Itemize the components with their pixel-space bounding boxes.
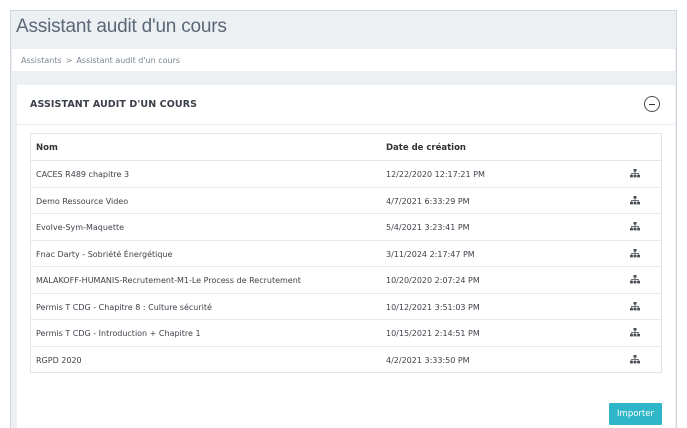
breadcrumb-item-assistants[interactable]: Assistants: [21, 56, 62, 65]
breadcrumb-separator: >: [65, 56, 73, 65]
breadcrumb: Assistants > Assistant audit d'un cours: [12, 49, 675, 71]
breadcrumb-item-current: Assistant audit d'un cours: [76, 56, 181, 65]
sitemap-icon[interactable]: [630, 169, 640, 178]
table-row[interactable]: Fnac Darty - Sobriété Énergétique 3/11/20…: [31, 241, 661, 267]
creation-date: 4/2/2021 3:33:50 PM: [386, 355, 470, 365]
creation-date: 3/11/2024 2:17:47 PM: [386, 249, 475, 259]
sitemap-icon[interactable]: [630, 222, 640, 231]
sitemap-icon[interactable]: [630, 195, 640, 205]
creation-date: 10/12/2021 3:51:03 PM: [386, 302, 480, 312]
course-name: Evolve-Sym-Maquette: [36, 223, 125, 232]
creation-date: 12/22/2020 12:17:21 PM: [386, 170, 485, 179]
table-row[interactable]: CACES R489 chapitre 3 12/22/2020 12:17:21…: [31, 161, 661, 188]
creation-date: 10/20/2020 2:07:24 PM: [386, 276, 480, 285]
course-name: RGPD 2020: [36, 355, 82, 365]
creation-date: 10/15/2021 2:14:51 PM: [386, 329, 480, 338]
courses-table: Nom Date de création CACES R489 chapitre…: [30, 133, 662, 373]
course-name: MALAKOFF-HUMANIS-Recrutement-M1-Le Proce…: [36, 276, 301, 285]
table-header: Nom Date de création: [31, 134, 661, 161]
course-name: Demo Ressource Video: [36, 196, 129, 206]
creation-date: 5/4/2021 3:23:41 PM: [386, 223, 470, 232]
sitemap-icon[interactable]: [630, 328, 640, 337]
panel-header: ASSISTANT AUDIT D'UN COURS: [17, 85, 675, 125]
course-name: Permis T CDG - Introduction + Chapitre 1: [36, 329, 201, 338]
sitemap-icon[interactable]: [630, 275, 640, 284]
table-row[interactable]: MALAKOFF-HUMANIS-Recrutement-M1-Le Proce…: [31, 267, 661, 294]
page-title: Assistant audit d'un cours: [16, 16, 227, 37]
sitemap-icon[interactable]: [630, 354, 640, 364]
course-name: Fnac Darty - Sobriété Énergétique: [36, 249, 173, 259]
creation-date: 4/7/2021 6:33:29 PM: [386, 196, 470, 206]
audit-panel: ASSISTANT AUDIT D'UN COURS Nom Date de c…: [17, 85, 675, 428]
table-row[interactable]: Evolve-Sym-Maquette 5/4/2021 3:23:41 PM: [31, 214, 661, 241]
import-button[interactable]: Importer: [609, 403, 662, 425]
panel-title: ASSISTANT AUDIT D'UN COURS: [30, 99, 198, 110]
column-header-date[interactable]: Date de création: [386, 143, 466, 153]
table-row[interactable]: Permis T CDG - Introduction + Chapitre 1…: [31, 320, 661, 347]
table-row[interactable]: RGPD 2020 4/2/2021 3:33:50 PM: [31, 347, 661, 373]
course-name: Permis T CDG - Chapitre 8 : Culture sécu…: [36, 302, 212, 312]
table-row[interactable]: Demo Ressource Video 4/7/2021 6:33:29 PM: [31, 188, 661, 214]
table-body: CACES R489 chapitre 3 12/22/2020 12:17:21…: [31, 161, 661, 372]
column-header-nom[interactable]: Nom: [36, 143, 58, 153]
sitemap-icon[interactable]: [630, 248, 640, 258]
collapse-icon[interactable]: [644, 96, 660, 112]
course-name: CACES R489 chapitre 3: [36, 170, 130, 179]
table-row[interactable]: Permis T CDG - Chapitre 8 : Culture sécu…: [31, 294, 661, 320]
sitemap-icon[interactable]: [630, 301, 640, 311]
